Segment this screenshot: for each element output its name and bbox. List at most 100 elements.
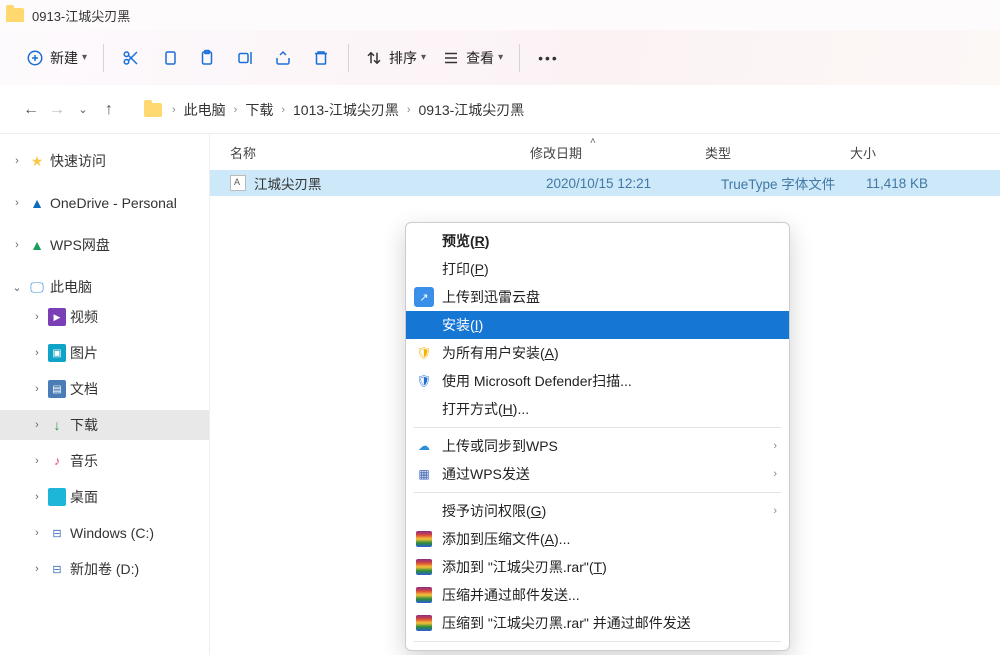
col-name[interactable]: 名称 — [230, 143, 530, 162]
share-icon — [274, 49, 292, 67]
caret-icon: › — [30, 383, 44, 395]
sidebar-item-drive-d[interactable]: ›⊟新加卷 (D:) — [0, 554, 209, 584]
ctx-label: 打印(P) — [442, 259, 489, 279]
chevron-right-icon: › — [172, 104, 176, 116]
ctx-install[interactable]: 安装(I) — [406, 311, 789, 339]
music-icon: ♪ — [48, 452, 66, 470]
sidebar: ›★快速访问 ›▲OneDrive - Personal ›▲WPS网盘 ⌄🖵此… — [0, 134, 210, 655]
sidebar-label: 视频 — [70, 307, 98, 327]
more-button[interactable]: ••• — [528, 40, 569, 76]
sidebar-item-onedrive[interactable]: ›▲OneDrive - Personal — [0, 188, 209, 218]
toolbar: 新建 ▾ 排序 ▾ 查看 ▾ ••• — [0, 30, 1000, 86]
delete-button[interactable] — [302, 40, 340, 76]
new-label: 新建 — [50, 48, 78, 68]
back-button[interactable]: ← — [18, 101, 44, 119]
col-date[interactable]: 修改日期 — [530, 143, 705, 162]
caret-icon: › — [30, 419, 44, 431]
clipboard-icon — [198, 49, 216, 67]
breadcrumb-item[interactable]: 0913-江城尖刃黑 — [419, 100, 525, 120]
recent-button[interactable]: ⌄ — [70, 103, 96, 116]
sidebar-label: 下载 — [70, 415, 98, 435]
ctx-rar-email[interactable]: 压缩并通过邮件发送... — [406, 581, 789, 609]
sidebar-label: 文档 — [70, 379, 98, 399]
chevron-down-icon: ▾ — [421, 52, 426, 63]
column-headers: ˄ 名称 修改日期 类型 大小 — [210, 134, 1000, 170]
separator — [414, 427, 781, 428]
up-button[interactable]: ↑ — [96, 101, 122, 119]
col-type[interactable]: 类型 — [705, 143, 850, 162]
ctx-rar-emailname[interactable]: 压缩到 "江城尖刃黑.rar" 并通过邮件发送 — [406, 609, 789, 637]
sidebar-item-download[interactable]: ›↓下载 — [0, 410, 209, 440]
ctx-defender[interactable]: 🛡使用 Microsoft Defender扫描... — [406, 367, 789, 395]
ctx-preview[interactable]: 预览(R) — [406, 227, 789, 255]
sort-icon — [365, 49, 383, 67]
blank-icon — [414, 501, 434, 521]
sidebar-item-pc[interactable]: ⌄🖵此电脑 — [0, 272, 209, 302]
ctx-grant[interactable]: 授予访问权限(G)› — [406, 497, 789, 525]
new-button[interactable]: 新建 ▾ — [18, 40, 95, 76]
file-type: TrueType 字体文件 — [721, 173, 866, 193]
view-button[interactable]: 查看 ▾ — [434, 40, 511, 76]
ctx-wps-send[interactable]: ▦通过WPS发送› — [406, 460, 789, 488]
ctx-rar-addname[interactable]: 添加到 "江城尖刃黑.rar"(T) — [406, 553, 789, 581]
ctx-rar-add[interactable]: 添加到压缩文件(A)... — [406, 525, 789, 553]
ctx-install-all[interactable]: 🛡为所有用户安装(A) — [406, 339, 789, 367]
sidebar-label: Windows (C:) — [70, 525, 154, 541]
breadcrumb-item[interactable]: 下载 — [245, 100, 273, 120]
col-size[interactable]: 大小 — [850, 143, 950, 162]
ctx-label: 安装(I) — [442, 315, 483, 335]
submenu-arrow-icon: › — [773, 468, 777, 480]
ctx-wps-upload[interactable]: ☁上传或同步到WPS› — [406, 432, 789, 460]
sidebar-label: 此电脑 — [50, 277, 92, 297]
forward-button[interactable]: → — [44, 101, 70, 119]
ctx-thunder[interactable]: ↗上传到迅雷云盘 — [406, 283, 789, 311]
sidebar-item-music[interactable]: ›♪音乐 — [0, 446, 209, 476]
sidebar-item-picture[interactable]: ›▣图片 — [0, 338, 209, 368]
ctx-openwith[interactable]: 打开方式(H)... — [406, 395, 789, 423]
ctx-label: 上传或同步到WPS — [442, 436, 558, 456]
font-file-icon — [230, 175, 246, 191]
chevron-down-icon: ▾ — [498, 52, 503, 63]
cloud-icon: ▲ — [28, 236, 46, 254]
sidebar-label: 快速访问 — [50, 151, 106, 171]
cut-button[interactable] — [112, 40, 150, 76]
sidebar-item-drive-c[interactable]: ›⊟Windows (C:) — [0, 518, 209, 548]
view-label: 查看 — [466, 48, 494, 68]
blank-icon — [414, 399, 434, 419]
document-icon: ▤ — [48, 380, 66, 398]
sidebar-item-quick[interactable]: ›★快速访问 — [0, 146, 209, 176]
share-button[interactable] — [264, 40, 302, 76]
video-icon: ▶ — [48, 308, 66, 326]
caret-icon: › — [30, 527, 44, 539]
ctx-label: 添加到 "江城尖刃黑.rar"(T) — [442, 557, 607, 577]
caret-icon: › — [10, 155, 24, 167]
file-row[interactable]: 江城尖刃黑 2020/10/15 12:21 TrueType 字体文件 11,… — [210, 170, 1000, 196]
sidebar-label: OneDrive - Personal — [50, 195, 177, 211]
rename-icon — [236, 49, 254, 67]
chevron-right-icon: › — [407, 104, 411, 116]
sort-button[interactable]: 排序 ▾ — [357, 40, 434, 76]
caret-icon: › — [30, 347, 44, 359]
sort-indicator-icon: ˄ — [590, 136, 596, 147]
paste-button[interactable] — [188, 40, 226, 76]
caret-icon: › — [30, 563, 44, 575]
file-date: 2020/10/15 12:21 — [546, 176, 721, 191]
shield-icon: 🛡 — [414, 343, 434, 363]
breadcrumb-item[interactable]: 此电脑 — [184, 100, 226, 120]
ctx-print[interactable]: 打印(P) — [406, 255, 789, 283]
rename-button[interactable] — [226, 40, 264, 76]
copy-icon — [160, 49, 178, 67]
file-size: 11,418 KB — [866, 176, 966, 191]
file-name: 江城尖刃黑 — [254, 173, 546, 193]
breadcrumb-item[interactable]: 1013-江城尖刃黑 — [293, 100, 399, 120]
trash-icon — [312, 49, 330, 67]
sidebar-item-document[interactable]: › ▤文档 — [0, 374, 209, 404]
sidebar-item-wps[interactable]: ›▲WPS网盘 — [0, 230, 209, 260]
sidebar-label: WPS网盘 — [50, 235, 110, 255]
ctx-label: 添加到压缩文件(A)... — [442, 529, 570, 549]
copy-button[interactable] — [150, 40, 188, 76]
sidebar-item-desktop[interactable]: › 桌面 — [0, 482, 209, 512]
sidebar-item-video[interactable]: ›▶视频 — [0, 302, 209, 332]
chevron-right-icon: › — [281, 104, 285, 116]
ctx-label: 压缩到 "江城尖刃黑.rar" 并通过邮件发送 — [442, 613, 691, 633]
